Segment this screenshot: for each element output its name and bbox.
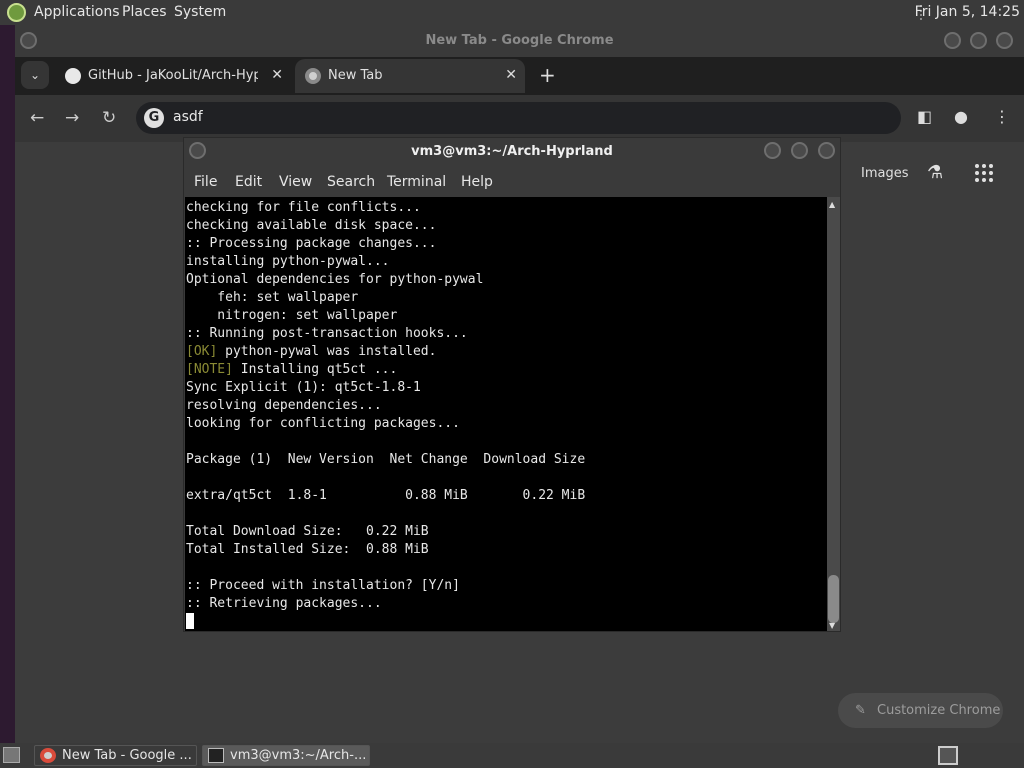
workspace-switcher[interactable]: [938, 746, 958, 765]
terminal-line: extra/qt5ct 1.8-1 0.88 MiB 0.22 MiB: [186, 488, 586, 503]
task-terminal[interactable]: vm3@vm3:~/Arch-...: [202, 745, 370, 766]
system-menu[interactable]: System: [174, 4, 226, 20]
tab-strip: ⌄ GitHub - JaKooLit/Arch-Hyprl ✕ New Tab…: [15, 57, 1024, 95]
omnibox-value[interactable]: asdf: [173, 109, 203, 125]
reload-icon[interactable]: ↻: [102, 108, 116, 128]
clock[interactable]: Fri Jan 5, 14:25: [915, 4, 1020, 20]
customize-label: Customize Chrome: [877, 703, 1001, 718]
menu-edit[interactable]: Edit: [235, 174, 262, 190]
terminal-icon: [208, 748, 224, 763]
profile-icon[interactable]: ●: [954, 107, 968, 126]
terminal-title: vm3@vm3:~/Arch-Hyprland: [411, 144, 613, 159]
chrome-title: New Tab - Google Chrome: [15, 25, 1024, 57]
terminal-line: Total Download Size: 0.22 MiB: [186, 524, 429, 539]
show-desktop-icon[interactable]: [3, 747, 20, 763]
terminal-line: [OK] python-pywal was installed.: [186, 344, 437, 359]
tab-github[interactable]: GitHub - JaKooLit/Arch-Hyprl ✕: [55, 59, 291, 93]
close-tab-icon[interactable]: ✕: [505, 67, 517, 83]
top-panel: Applications Places System Fri Jan 5, 14…: [0, 0, 1024, 25]
menu-search[interactable]: Search: [327, 174, 375, 190]
apps-grid-icon[interactable]: [975, 164, 993, 182]
forward-icon[interactable]: →: [65, 108, 79, 128]
labs-flask-icon[interactable]: ⚗: [927, 162, 943, 183]
bottom-panel: New Tab - Google ... vm3@vm3:~/Arch-...: [0, 743, 1024, 768]
terminal-output[interactable]: checking for file conflicts... checking …: [185, 197, 827, 631]
pencil-icon: ✎: [855, 703, 866, 718]
terminal-text: checking for file conflicts... checking …: [186, 199, 585, 631]
minimize-button[interactable]: [764, 142, 781, 159]
tab-label: GitHub - JaKooLit/Arch-Hyprl: [88, 68, 258, 83]
menu-view[interactable]: View: [279, 174, 312, 190]
new-tab-icon[interactable]: +: [539, 63, 556, 87]
terminal-line: :: Retrieving packages...: [186, 596, 382, 611]
tab-label: New Tab: [328, 68, 383, 83]
scroll-thumb[interactable]: [828, 575, 839, 623]
terminal-line: looking for conflicting packages...: [186, 416, 460, 431]
customize-chrome-button[interactable]: ✎ Customize Chrome: [838, 693, 1003, 728]
images-link[interactable]: Images: [861, 166, 909, 181]
terminal-line: Package (1) New Version Net Change Downl…: [186, 452, 586, 467]
terminal-line: nitrogen: set wallpaper: [186, 308, 398, 323]
status-tag: [OK]: [186, 344, 218, 359]
status-tag: [NOTE]: [186, 362, 233, 377]
terminal-line: :: Proceed with installation? [Y/n]: [186, 578, 460, 593]
chevron-down-icon: ⌄: [29, 68, 41, 82]
close-tab-icon[interactable]: ✕: [271, 67, 283, 83]
back-icon[interactable]: ←: [30, 108, 44, 128]
toolbar: ← → ↻ G asdf ◧ ● ⋮: [15, 95, 1024, 142]
minimize-button[interactable]: [944, 32, 961, 49]
terminal-line: checking available disk space...: [186, 218, 437, 233]
maximize-button[interactable]: [791, 142, 808, 159]
terminal-line: Optional dependencies for python-pywal: [186, 272, 484, 287]
menu-file[interactable]: File: [194, 174, 217, 190]
terminal-line: Total Installed Size: 0.88 MiB: [186, 542, 429, 557]
task-chrome[interactable]: New Tab - Google ...: [34, 745, 197, 766]
menu-terminal[interactable]: Terminal: [387, 174, 446, 190]
terminal-line: Sync Explicit (1): qt5ct-1.8-1: [186, 380, 421, 395]
close-button[interactable]: [996, 32, 1013, 49]
tab-new-tab[interactable]: New Tab ✕: [295, 59, 525, 93]
maximize-button[interactable]: [970, 32, 987, 49]
side-panel-icon[interactable]: ◧: [917, 107, 932, 126]
places-menu[interactable]: Places: [122, 4, 167, 20]
scroll-up-icon[interactable]: ▲: [829, 200, 835, 209]
terminal-line: :: Running post-transaction hooks...: [186, 326, 468, 341]
scroll-down-icon[interactable]: ▼: [829, 621, 835, 630]
tab-search-button[interactable]: ⌄: [21, 61, 49, 89]
google-icon: G: [144, 108, 164, 128]
more-menu-icon[interactable]: ⋮: [994, 107, 1010, 126]
terminal-line: installing python-pywal...: [186, 254, 390, 269]
terminal-scrollbar[interactable]: ▲ ▼: [827, 197, 840, 631]
menu-help[interactable]: Help: [461, 174, 493, 190]
terminal-line: feh: set wallpaper: [186, 290, 359, 305]
terminal-line: checking for file conflicts...: [186, 200, 421, 215]
window-menu-button[interactable]: [20, 32, 37, 49]
github-icon: [65, 68, 81, 84]
applications-menu[interactable]: Applications: [34, 4, 120, 20]
terminal-line: resolving dependencies...: [186, 398, 382, 413]
task-label: vm3@vm3:~/Arch-...: [230, 748, 367, 763]
terminal-window: vm3@vm3:~/Arch-Hyprland File Edit View S…: [183, 137, 841, 632]
mate-logo-icon[interactable]: [7, 3, 26, 22]
terminal-line: [NOTE] Installing qt5ct ...: [186, 362, 398, 377]
terminal-line: :: Processing package changes...: [186, 236, 437, 251]
close-button[interactable]: [818, 142, 835, 159]
chrome-icon: [305, 68, 321, 84]
terminal-menubar: File Edit View Search Terminal Help: [184, 166, 840, 196]
text-cursor: [186, 613, 194, 629]
chrome-icon: [40, 748, 56, 763]
omnibox[interactable]: G asdf: [136, 102, 901, 134]
task-label: New Tab - Google ...: [62, 748, 192, 763]
